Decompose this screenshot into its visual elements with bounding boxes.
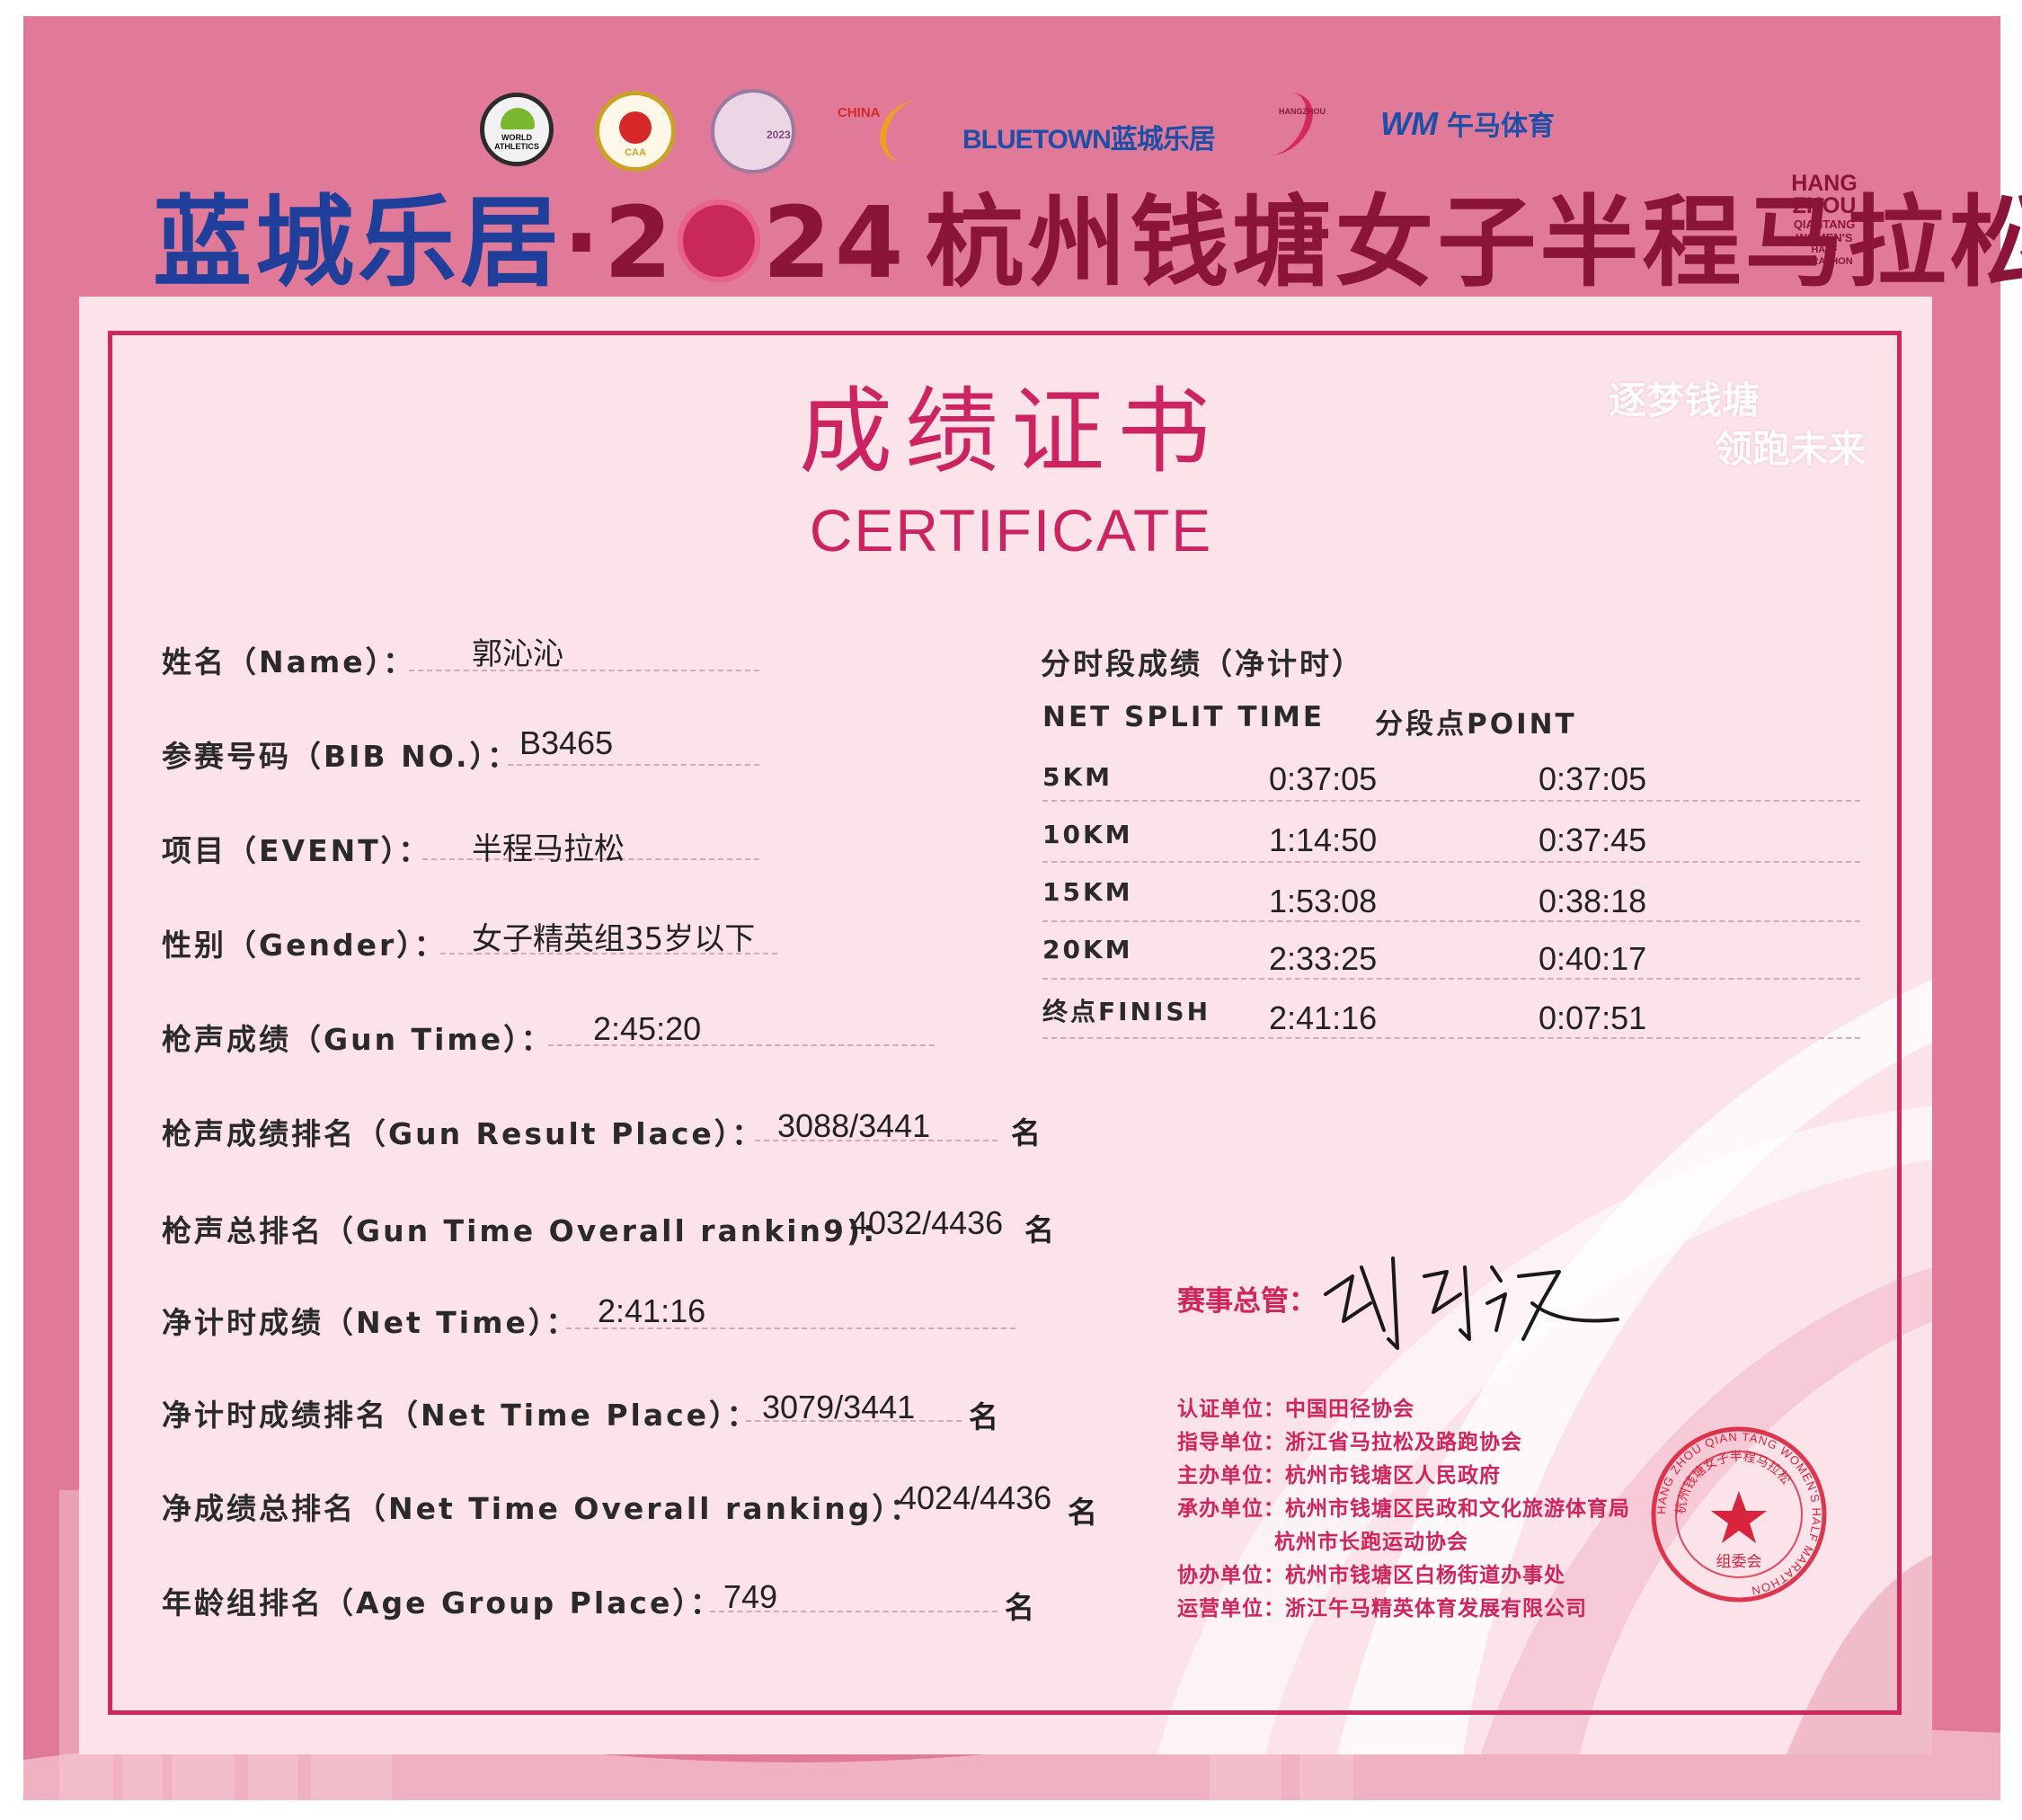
seal-bottom-text: 组委会 bbox=[1716, 1553, 1762, 1571]
organizer-line: 认证单位：中国田径协会 bbox=[1177, 1398, 1415, 1421]
net-place-label: 净计时成绩排名（Net Time Place）： bbox=[162, 1398, 759, 1433]
gender-label: 性别（Gender）： bbox=[162, 928, 447, 963]
splits-col-point: 分段点POINT bbox=[1375, 708, 1577, 741]
hangzhou-womens-half-marathon-logo: HANGZHOU bbox=[1239, 89, 1340, 170]
side-title-line: HALF bbox=[1811, 244, 1838, 255]
net-time-label: 净计时成绩（Net Time）： bbox=[162, 1305, 579, 1340]
supervisor-label: 赛事总管： bbox=[1177, 1285, 1317, 1318]
caa-text: CAA bbox=[625, 147, 646, 158]
gun-place-unit: 名 bbox=[1011, 1115, 1041, 1150]
title-dot: · bbox=[563, 185, 604, 300]
bib-value: B3465 bbox=[519, 724, 614, 761]
splits-title: 分时段成绩（净计时） bbox=[1041, 646, 1364, 681]
side-title-line: MARATHON bbox=[1796, 256, 1853, 267]
net-overall-value: 4024/4436 bbox=[899, 1479, 1052, 1516]
split-row-point: 0:37:05 bbox=[1539, 760, 1647, 797]
split-row-label: 5KM bbox=[1042, 762, 1113, 792]
split-row-label: 20KM bbox=[1042, 935, 1133, 964]
slogan-line-2: 领跑未来 bbox=[1715, 427, 1867, 471]
world-athletics-logo: WORLD ATHLETICS bbox=[480, 93, 554, 166]
side-title-line: ZHOU bbox=[1792, 193, 1857, 218]
organizing-committee-seal: HANG ZHOU QIAN TANG WOMEN'S HALF MARATHO… bbox=[1651, 1426, 1827, 1602]
bib-label: 参赛号码（BIB NO.）： bbox=[162, 739, 520, 774]
sponsor-logo-bar: WORLD ATHLETICS CAA 2023 CHINA BLUETOWN蓝… bbox=[23, 66, 2000, 191]
split-row-net: 0:37:05 bbox=[1269, 760, 1378, 797]
side-title-line: HANG bbox=[1791, 171, 1858, 196]
split-row-net: 2:33:25 bbox=[1269, 940, 1378, 977]
wm-sport-logo: WM 午马体育 bbox=[1380, 105, 1555, 142]
age-place-label: 年龄组排名（Age Group Place）： bbox=[162, 1585, 723, 1620]
event-title: 蓝城乐居·2 24 杭州钱塘女子半程马拉松 bbox=[153, 180, 2022, 306]
chinese-athletics-association-logo: CAA bbox=[595, 91, 676, 172]
gun-overall-value: 4032/4436 bbox=[850, 1204, 1004, 1241]
net-overall-unit: 名 bbox=[1068, 1495, 1097, 1530]
split-row-label: 终点FINISH bbox=[1042, 997, 1211, 1026]
world-athletics-text: WORLD ATHLETICS bbox=[494, 133, 539, 151]
split-row-divider bbox=[1042, 920, 1860, 922]
net-overall-label: 净成绩总排名（Net Time Overall ranking）： bbox=[162, 1491, 922, 1526]
age-place-unit: 名 bbox=[1005, 1590, 1034, 1625]
seal-star-icon bbox=[1711, 1491, 1767, 1543]
split-row-divider bbox=[1042, 800, 1860, 802]
event-label: 项目（EVENT）： bbox=[162, 833, 431, 868]
split-row-label: 15KM bbox=[1042, 877, 1133, 907]
slogan-line-1: 逐梦钱塘 bbox=[1609, 378, 1760, 422]
title-year-2: 2 bbox=[603, 185, 677, 300]
label-year-text: 2023 bbox=[767, 129, 791, 141]
net-place-unit: 名 bbox=[969, 1399, 998, 1434]
organizer-line: 指导单位：浙江省马拉松及路跑协会 bbox=[1177, 1431, 1522, 1454]
name-value: 郭沁沁 bbox=[472, 636, 563, 672]
side-title-line: QIANTANG bbox=[1793, 218, 1856, 231]
split-row-net: 2:41:16 bbox=[1269, 999, 1378, 1036]
gun-overall-unit: 名 bbox=[1024, 1212, 1054, 1247]
split-row-label: 10KM bbox=[1042, 820, 1133, 849]
side-title: HANG ZHOU QIANTANG WOMEN'S HALF MARATHON bbox=[1784, 173, 1865, 268]
side-title-line: WOMEN'S bbox=[1796, 231, 1853, 244]
title-brand: 蓝城乐居 bbox=[153, 185, 563, 300]
organizer-line: 协办单位：杭州市钱塘区白杨街道办事处 bbox=[1177, 1564, 1565, 1587]
china-marathon-logo: CHINA bbox=[838, 100, 921, 172]
split-row-point: 0:38:18 bbox=[1539, 883, 1647, 919]
name-underline bbox=[409, 670, 759, 671]
split-row-net: 1:14:50 bbox=[1269, 821, 1378, 858]
title-zero-emblem-icon bbox=[678, 200, 761, 282]
split-row-divider bbox=[1042, 861, 1860, 863]
organizer-line: 杭州市长跑运动协会 bbox=[1274, 1531, 1468, 1554]
bluetown-logo: BLUETOWN蓝城乐居 bbox=[962, 125, 1216, 155]
event-value: 半程马拉松 bbox=[472, 831, 625, 867]
organizer-line: 运营单位：浙江午马精英体育发展有限公司 bbox=[1177, 1597, 1587, 1620]
net-time-value: 2:41:16 bbox=[598, 1292, 706, 1329]
certificate-title-en: CERTIFICATE bbox=[809, 497, 1213, 564]
split-row-divider bbox=[1042, 978, 1860, 980]
gun-place-label: 枪声成绩排名（Gun Result Place）： bbox=[162, 1116, 765, 1151]
age-place-value: 749 bbox=[723, 1578, 778, 1615]
split-row-point: 0:37:45 bbox=[1539, 821, 1647, 858]
gun-time-label: 枪声成绩（Gun Time）： bbox=[162, 1022, 554, 1057]
gender-value: 女子精英组35岁以下 bbox=[472, 921, 756, 957]
wm-sport-text: 午马体育 bbox=[1447, 111, 1555, 141]
gun-time-value: 2:45:20 bbox=[593, 1010, 702, 1047]
split-row-point: 0:07:51 bbox=[1539, 999, 1647, 1036]
gun-overall-label: 枪声总排名（Gun Time Overall rankin9): bbox=[162, 1213, 878, 1248]
splits-col-net: NET SPLIT TIME bbox=[1042, 701, 1326, 733]
split-row-point: 0:40:17 bbox=[1539, 940, 1647, 977]
gun-place-value: 3088/3441 bbox=[777, 1107, 931, 1144]
title-year-24: 24 bbox=[762, 185, 908, 300]
name-label: 姓名（Name）： bbox=[162, 644, 416, 679]
bib-underline bbox=[508, 764, 759, 766]
china-marathon-text: CHINA bbox=[838, 105, 881, 120]
net-place-value: 3079/3441 bbox=[762, 1389, 916, 1425]
split-row-divider bbox=[1042, 1037, 1860, 1039]
china-marathon-label-logo: 2023 bbox=[711, 89, 795, 173]
organizer-line: 主办单位：杭州市钱塘区人民政府 bbox=[1177, 1464, 1501, 1487]
supervisor-signature bbox=[1324, 1256, 1619, 1350]
hz-logo-text: HANGZHOU bbox=[1279, 107, 1326, 116]
organizer-line: 承办单位：杭州市钱塘区民政和文化旅游体育局 bbox=[1177, 1497, 1630, 1521]
split-row-net: 1:53:08 bbox=[1269, 883, 1378, 919]
